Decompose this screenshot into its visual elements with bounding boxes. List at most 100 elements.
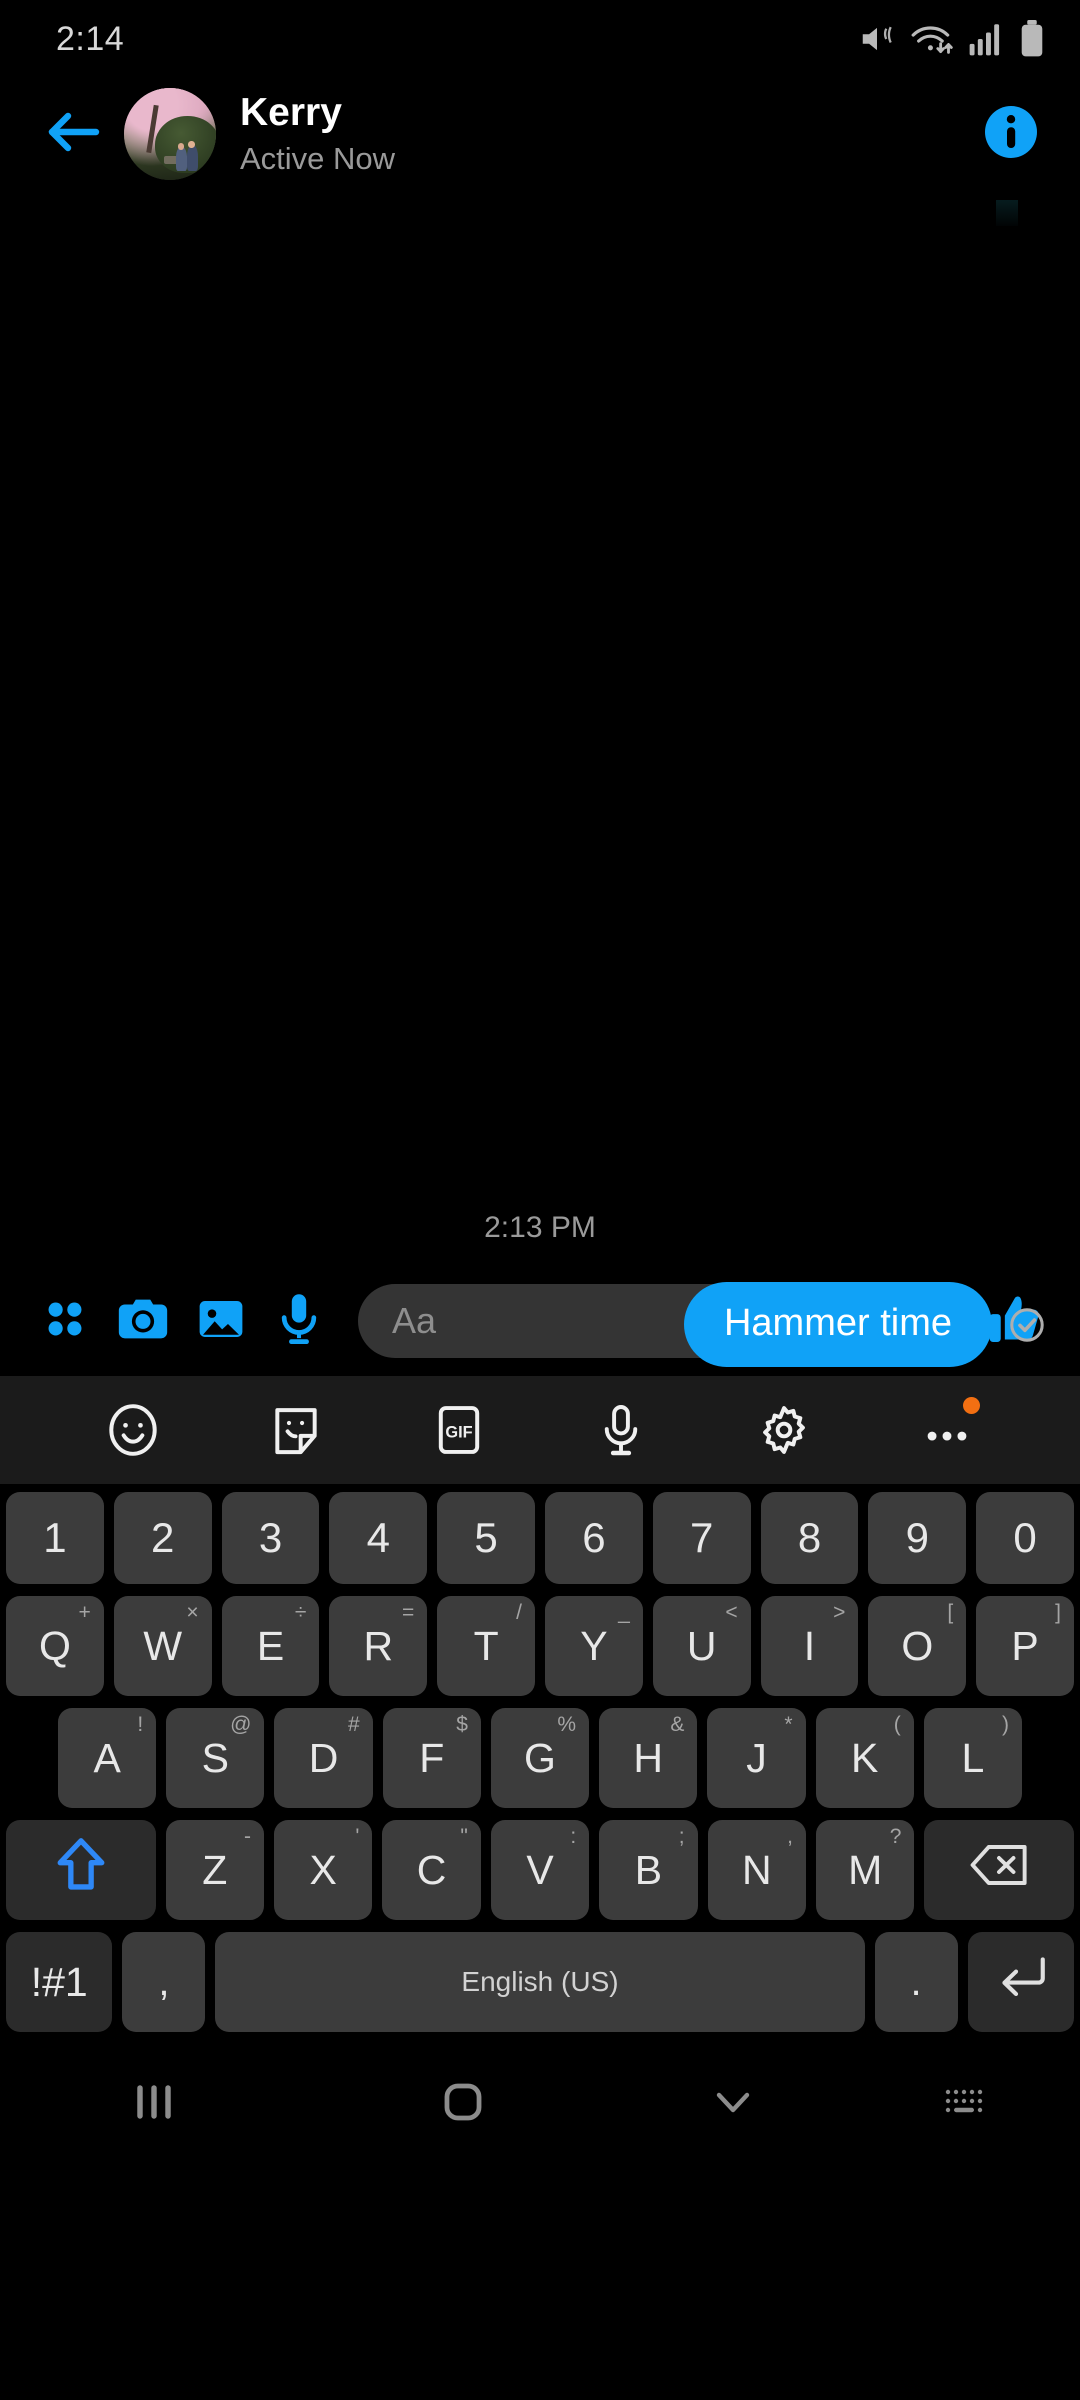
key-label: J — [746, 1734, 767, 1781]
key-l[interactable]: ) L — [923, 1708, 1022, 1808]
message-timestamp: 2:13 PM — [484, 1211, 596, 1244]
period-key[interactable]: . — [874, 1932, 958, 2032]
avatar[interactable] — [124, 88, 216, 180]
key-y[interactable]: _ Y — [545, 1596, 643, 1696]
key-label: U — [686, 1622, 717, 1669]
key-label: C — [416, 1846, 447, 1893]
key-label: S — [201, 1734, 230, 1781]
key-n[interactable]: ,N — [707, 1820, 807, 1920]
key-6[interactable]: 6 — [545, 1492, 643, 1584]
gif-icon[interactable]: GIF — [422, 1393, 496, 1467]
keyboard-toolbar: GIF — [0, 1376, 1080, 1484]
message-row: Hammer time — [683, 1282, 1046, 1367]
key-r[interactable]: = R — [329, 1596, 428, 1696]
key-label: 8 — [797, 1514, 822, 1561]
info-icon — [983, 104, 1039, 165]
key-label: Z — [202, 1846, 228, 1893]
key-e[interactable]: ÷ E — [221, 1596, 320, 1696]
battery-icon — [1018, 20, 1046, 58]
key-g[interactable]: % G — [490, 1708, 590, 1808]
key-v[interactable]: :V — [490, 1820, 590, 1920]
comma-key[interactable]: , — [122, 1932, 206, 2032]
key-8[interactable]: 8 — [760, 1492, 859, 1584]
key-w[interactable]: × W — [113, 1596, 212, 1696]
backspace-icon — [968, 1841, 1030, 1899]
key-1[interactable]: 1 — [6, 1492, 104, 1584]
key-b[interactable]: ; B — [599, 1820, 698, 1920]
key-c[interactable]: " C — [382, 1820, 481, 1920]
key-t[interactable]: / T — [437, 1596, 535, 1696]
key-p[interactable]: ] P — [976, 1596, 1074, 1696]
space-key[interactable]: English (US) — [215, 1932, 865, 2032]
key-q[interactable]: + Q — [6, 1596, 104, 1696]
key-secondary: ÷ — [294, 1601, 307, 1624]
message-list[interactable]: 2:13 PM Hammer time — [0, 190, 1080, 1367]
emoji-icon[interactable] — [96, 1393, 170, 1467]
message-bubble[interactable]: Hammer time — [683, 1282, 992, 1367]
key-label: D — [308, 1734, 339, 1781]
symbols-key[interactable]: !#1 — [6, 1932, 113, 2032]
key-label: 7 — [690, 1514, 714, 1561]
home-button[interactable] — [309, 2048, 618, 2160]
key-secondary: # — [347, 1713, 360, 1736]
keyboard-row-function: !#1 , English (US) . — [6, 1932, 1074, 2032]
key-label: !#1 — [30, 1958, 88, 2005]
key-f[interactable]: $ F — [382, 1708, 481, 1808]
key-x[interactable]: ' X — [273, 1820, 373, 1920]
shift-key[interactable] — [6, 1820, 156, 1920]
key-label: 6 — [582, 1514, 606, 1561]
key-u[interactable]: < U — [652, 1596, 751, 1696]
avatar-person-two — [186, 145, 198, 171]
delivered-check-icon — [1008, 1306, 1046, 1344]
key-label: Q — [38, 1622, 71, 1669]
system-navigation-bar — [0, 2048, 1080, 2160]
key-2[interactable]: 2 — [113, 1492, 212, 1584]
camera-button[interactable] — [104, 1282, 182, 1360]
camera-icon — [114, 1290, 172, 1353]
back-button[interactable] — [36, 97, 110, 171]
keyboard-settings-icon[interactable] — [747, 1393, 821, 1467]
recents-button[interactable] — [0, 2048, 309, 2160]
key-9[interactable]: 9 — [868, 1492, 967, 1584]
keyboard-switcher-button[interactable] — [849, 2048, 1080, 2160]
key-d[interactable]: # D — [274, 1708, 373, 1808]
voice-input-icon[interactable] — [584, 1393, 658, 1467]
key-label: B — [634, 1846, 663, 1893]
key-secondary: , — [787, 1825, 794, 1848]
key-3[interactable]: 3 — [221, 1492, 320, 1584]
key-secondary: ! — [137, 1713, 144, 1736]
hide-keyboard-button[interactable] — [617, 2048, 848, 2160]
key-label: 9 — [905, 1514, 929, 1561]
key-5[interactable]: 5 — [437, 1492, 535, 1584]
key-label: 3 — [258, 1514, 283, 1561]
key-secondary: & — [670, 1713, 685, 1736]
backspace-key[interactable] — [924, 1820, 1074, 1920]
key-i[interactable]: > I — [760, 1596, 859, 1696]
key-s[interactable]: @ S — [166, 1708, 265, 1808]
key-m[interactable]: ? M — [816, 1820, 915, 1920]
key-secondary: ( — [893, 1713, 901, 1736]
key-label: 1 — [43, 1514, 67, 1561]
key-a[interactable]: ! A — [58, 1708, 157, 1808]
more-options-icon[interactable] — [910, 1393, 984, 1467]
gallery-button[interactable] — [182, 1282, 260, 1360]
key-0[interactable]: 0 — [976, 1492, 1074, 1584]
voice-message-button[interactable] — [260, 1282, 338, 1360]
conversation-info-button[interactable] — [974, 97, 1048, 171]
sticker-icon[interactable] — [259, 1393, 333, 1467]
key-j[interactable]: * J — [707, 1708, 806, 1808]
key-secondary: * — [784, 1713, 793, 1736]
key-label: P — [1011, 1622, 1039, 1669]
key-4[interactable]: 4 — [329, 1492, 428, 1584]
key-o[interactable]: [O — [868, 1596, 967, 1696]
key-k[interactable]: (K — [815, 1708, 914, 1808]
home-icon — [437, 2076, 489, 2133]
apps-grid-button[interactable] — [26, 1282, 104, 1360]
wifi-icon — [910, 20, 954, 58]
key-7[interactable]: 7 — [652, 1492, 751, 1584]
key-h[interactable]: & H — [599, 1708, 698, 1808]
contact-info[interactable]: Kerry Active Now — [240, 90, 974, 179]
key-z[interactable]: -Z — [165, 1820, 264, 1920]
key-label: O — [901, 1622, 934, 1669]
enter-key[interactable] — [967, 1932, 1074, 2032]
